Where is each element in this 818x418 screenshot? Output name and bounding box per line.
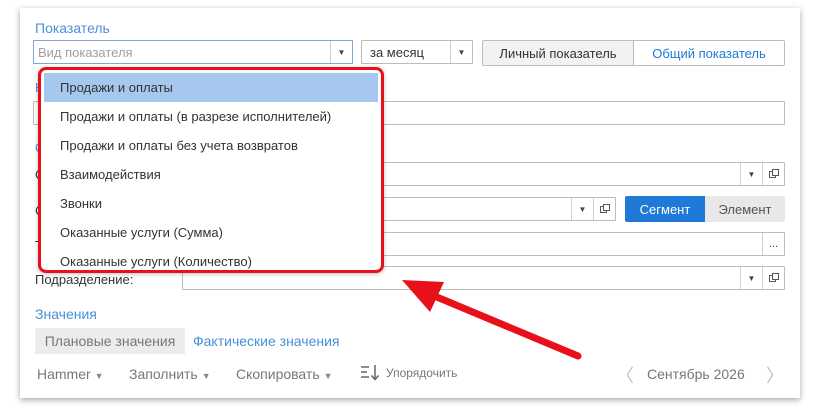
annotation-arrow-icon — [402, 280, 582, 360]
